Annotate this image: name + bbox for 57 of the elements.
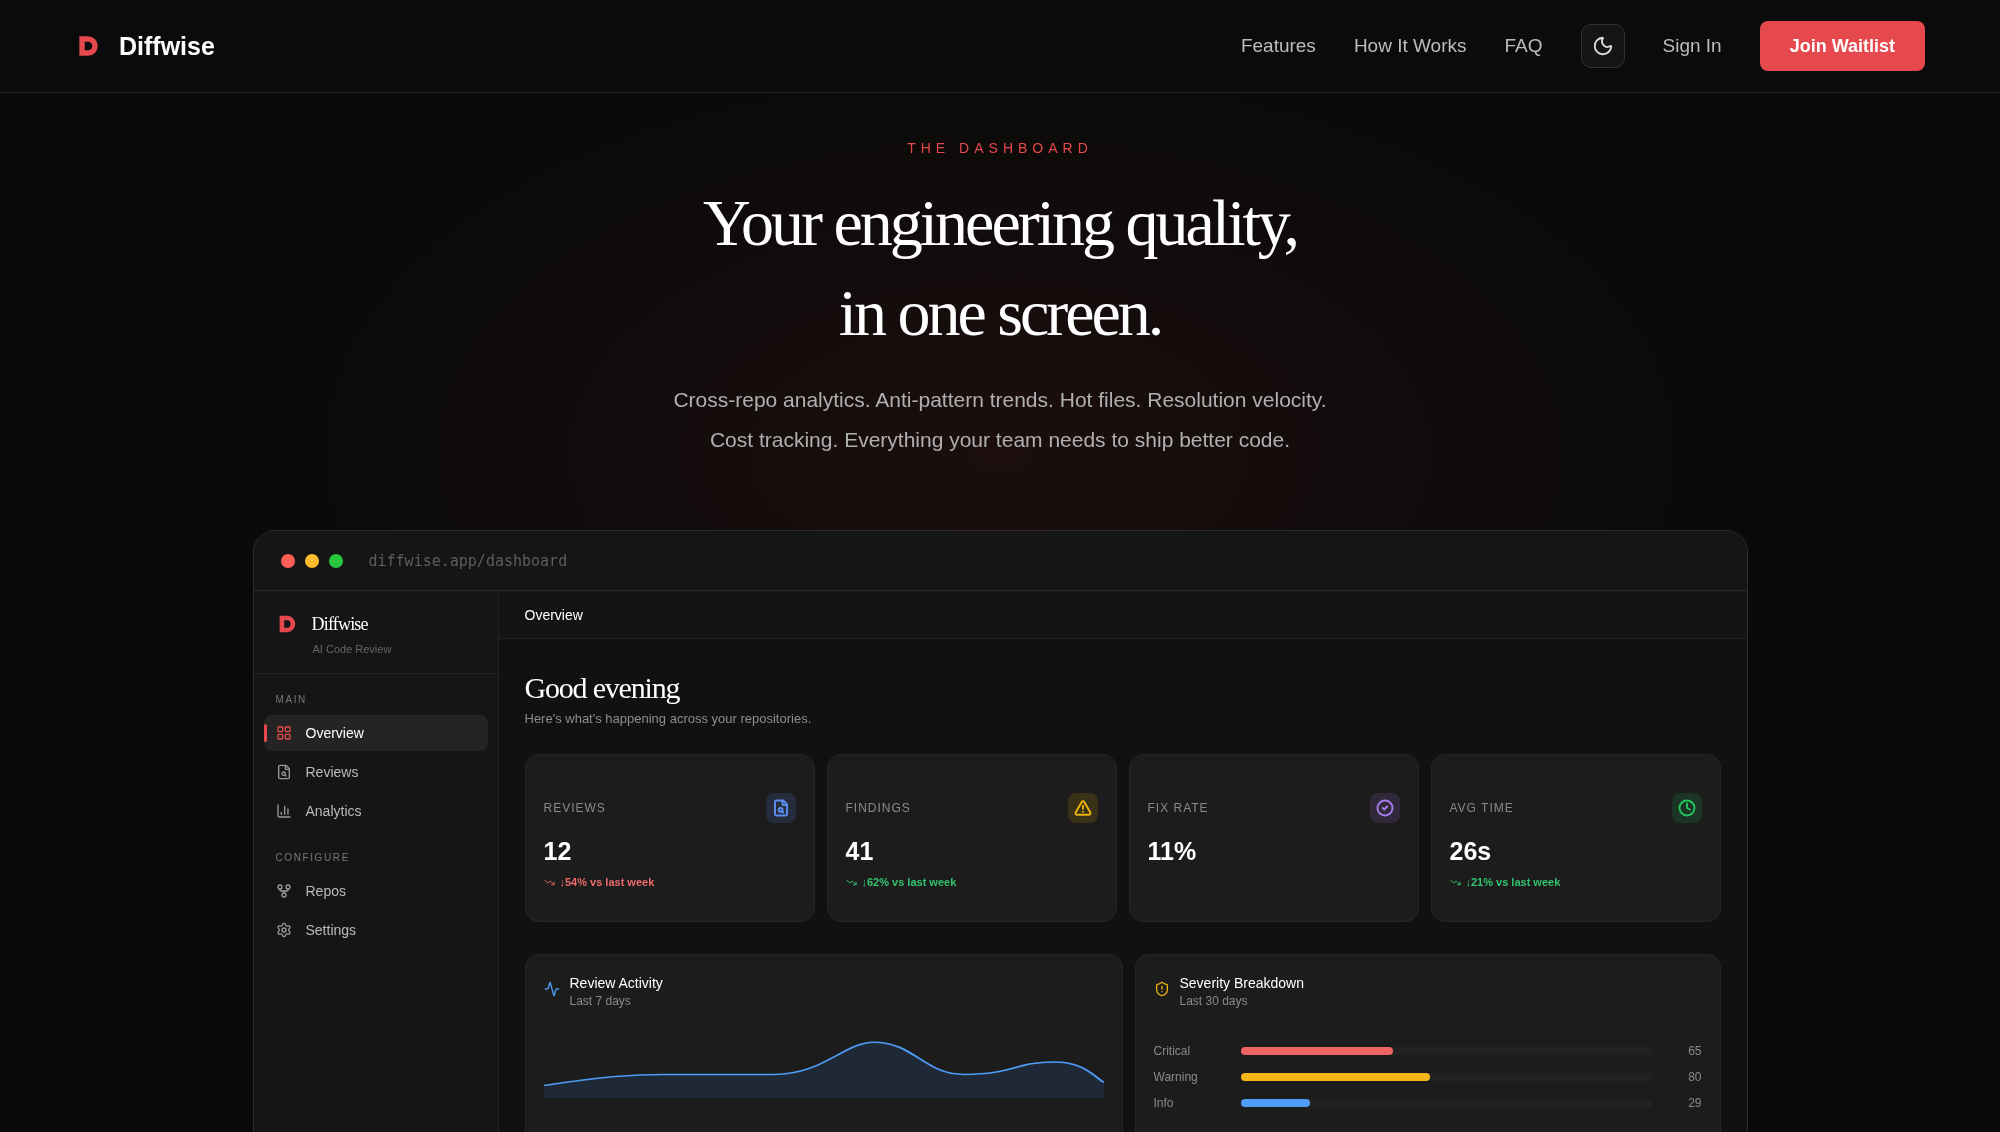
stat-change: ↓21% vs last week [1449, 876, 1702, 888]
shield-icon [1153, 981, 1170, 997]
sign-in-link[interactable]: Sign In [1662, 35, 1722, 57]
minimize-dot[interactable] [304, 553, 319, 568]
severity-label: Info [1153, 1096, 1175, 1110]
stat-change: ↓54% vs last week [543, 876, 796, 888]
nav-link[interactable]: FAQ [1504, 35, 1543, 57]
stat-change: ↓62% vs last week [845, 876, 1098, 888]
sidebar-item[interactable]: Settings [263, 912, 488, 948]
moon-icon [1591, 35, 1614, 57]
stat-value: 26s [1449, 837, 1493, 866]
brand-name[interactable]: Diffwise [119, 31, 215, 61]
greeting-title: Good evening [524, 671, 681, 705]
section-kicker: THE DASHBOARD [907, 139, 1093, 158]
file-search-icon [275, 764, 292, 780]
nav-link[interactable]: How It Works [1353, 35, 1467, 57]
sidebar-item[interactable]: Analytics [263, 793, 488, 829]
panel-title: Severity Breakdown [1179, 975, 1304, 991]
sidebar-item[interactable]: Repos [263, 873, 488, 909]
panel-title: Review Activity [569, 975, 663, 991]
panel-subtitle: Last 7 days [569, 994, 632, 1008]
sidebar-item[interactable]: Reviews [263, 754, 488, 790]
panel-subtitle: Last 30 days [1179, 994, 1249, 1008]
url-text: diffwise.app/dashboard [368, 551, 568, 570]
fork-icon [275, 883, 292, 899]
stat-label: REVIEWS [543, 801, 606, 815]
severity-count: 80 [1687, 1070, 1702, 1084]
severity-label: Critical [1153, 1044, 1192, 1058]
stat-value: 41 [845, 837, 875, 866]
settings-icon [275, 922, 292, 938]
stat-label: FINDINGS [845, 801, 911, 815]
severity-count: 65 [1687, 1044, 1702, 1058]
stat-value: 11% [1147, 837, 1198, 866]
headline: in one screen. [838, 275, 1162, 351]
greeting-subtitle: Here's what's happening across your repositories. [524, 711, 813, 726]
section-label: CONFIGURE [274, 852, 351, 865]
close-dot[interactable] [280, 553, 295, 568]
page-title: Overview [524, 606, 583, 623]
grid-icon [275, 725, 292, 741]
maximize-dot[interactable] [328, 553, 343, 568]
subtitle: Cross-repo analytics. Anti-pattern trends. Hot files. Resolution velocity. [673, 387, 1327, 413]
theme-toggle-button[interactable] [1580, 24, 1625, 68]
sidebar-item[interactable]: Overview [263, 715, 488, 751]
section-label: MAIN [274, 694, 308, 707]
stat-label: AVG TIME [1449, 801, 1514, 815]
subtitle: Cost tracking. Everything your team needs to ship better code. [709, 427, 1291, 453]
join-waitlist-button[interactable]: Join Waitlist [1759, 21, 1925, 71]
severity-label: Warning [1153, 1070, 1199, 1084]
pulse-icon [543, 981, 560, 997]
bar-chart-icon [275, 803, 292, 819]
severity-count: 29 [1687, 1096, 1702, 1110]
headline: Your engineering quality, [702, 185, 1298, 261]
stat-label: FIX RATE [1147, 801, 1209, 815]
sidebar-tagline: AI Code Review [312, 643, 393, 655]
nav-link[interactable]: Features [1240, 35, 1316, 57]
sidebar-brand: Diffwise [311, 613, 368, 635]
stat-value: 12 [543, 837, 573, 866]
